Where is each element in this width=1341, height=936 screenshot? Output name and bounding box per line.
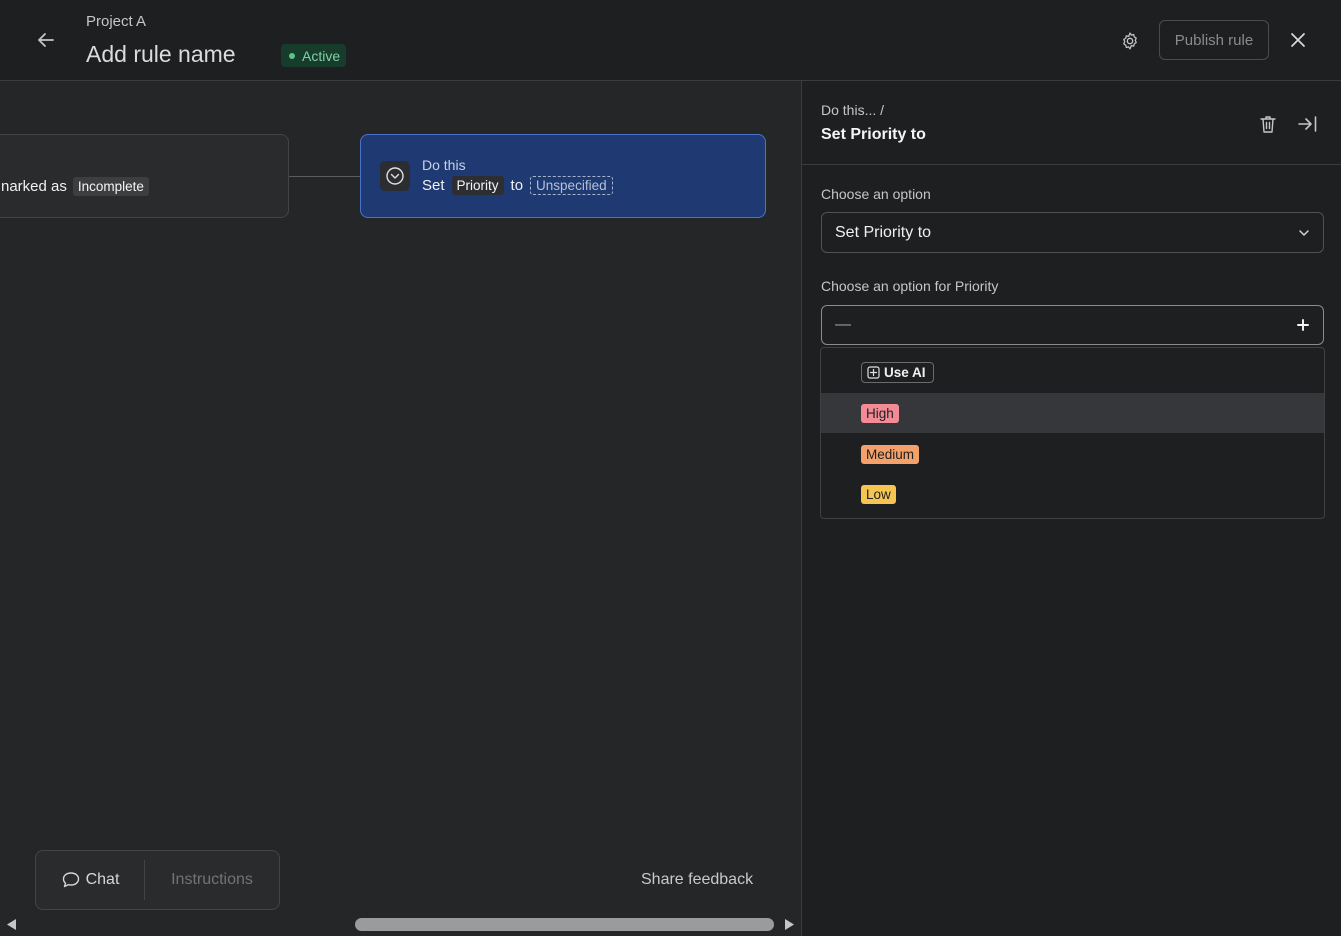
scrollbar-thumb[interactable] — [355, 918, 774, 931]
priority-dropdown: Use AI High Medium Low — [820, 347, 1325, 519]
trigger-value-chip: Incomplete — [72, 177, 149, 196]
chat-bubble-icon — [62, 872, 79, 888]
status-label: Active — [302, 47, 341, 64]
trigger-text: narked as Incomplete — [1, 177, 149, 196]
horizontal-scrollbar[interactable] — [0, 913, 801, 936]
chat-button[interactable]: Chat — [36, 851, 144, 909]
chevron-down-circle-icon[interactable] — [380, 161, 410, 191]
priority-tag-low: Low — [861, 484, 896, 504]
instructions-button[interactable]: Instructions — [145, 851, 279, 909]
panel-header: Do this... / Set Priority to — [802, 81, 1341, 165]
priority-value: — — [835, 316, 851, 333]
dropdown-option-use-ai[interactable]: Use AI — [821, 352, 1324, 392]
connector-line — [289, 176, 360, 177]
action-connector: to — [510, 177, 524, 194]
trash-icon[interactable] — [1254, 110, 1282, 138]
bottom-toolbar: Chat Instructions — [35, 850, 280, 910]
project-breadcrumb[interactable]: Project A — [86, 13, 146, 30]
collapse-panel-icon[interactable] — [1294, 110, 1322, 138]
share-feedback-link[interactable]: Share feedback — [641, 871, 753, 889]
trigger-card[interactable]: narked as Incomplete — [0, 134, 289, 218]
dropdown-option-medium[interactable]: Medium — [821, 434, 1324, 474]
scroll-right-arrow-icon[interactable] — [784, 918, 796, 931]
status-badge: Active — [281, 44, 347, 67]
use-ai-label: Use AI — [884, 364, 926, 380]
priority-tag-high: High — [861, 403, 899, 423]
back-arrow-icon[interactable] — [30, 24, 62, 56]
panel-title: Set Priority to — [821, 126, 926, 143]
gear-icon[interactable] — [1114, 25, 1146, 57]
panel-breadcrumb[interactable]: Do this... / — [821, 102, 884, 118]
dropdown-option-high[interactable]: High — [821, 393, 1324, 433]
priority-value-input[interactable]: — — [821, 305, 1324, 345]
top-bar: Project A Add rule name Active Publish r… — [0, 0, 1341, 81]
use-ai-chip: Use AI — [861, 361, 934, 383]
close-icon[interactable] — [1282, 24, 1314, 56]
action-type-select[interactable]: Set Priority to — [821, 212, 1324, 253]
action-text: Set Priority to Unspecified — [422, 176, 613, 195]
dropdown-option-low[interactable]: Low — [821, 474, 1324, 514]
chat-label: Chat — [85, 871, 120, 888]
action-value-chip[interactable]: Unspecified — [530, 176, 613, 195]
trigger-prefix: narked as — [1, 178, 67, 195]
chevron-down-icon — [1299, 229, 1309, 236]
priority-tag-medium: Medium — [861, 444, 920, 464]
rule-name-field[interactable]: Add rule name — [86, 41, 236, 68]
plus-icon[interactable] — [1296, 318, 1310, 332]
workflow-canvas[interactable]: narked as Incomplete Do this Set Priorit… — [0, 81, 801, 936]
priority-option-label: Choose an option for Priority — [821, 278, 999, 294]
scroll-left-arrow-icon[interactable] — [5, 918, 17, 931]
action-label: Do this — [422, 157, 466, 173]
action-field-chip: Priority — [451, 176, 504, 195]
action-type-value: Set Priority to — [835, 223, 932, 241]
publish-rule-button[interactable]: Publish rule — [1159, 20, 1269, 60]
action-card[interactable]: Do this Set Priority to Unspecified — [360, 134, 766, 218]
ai-sparkle-icon — [867, 365, 880, 379]
choose-option-label: Choose an option — [821, 186, 931, 202]
action-verb: Set — [422, 177, 445, 194]
action-details-panel: Do this... / Set Priority to Choose an o… — [801, 81, 1341, 936]
status-dot-icon — [289, 52, 295, 59]
